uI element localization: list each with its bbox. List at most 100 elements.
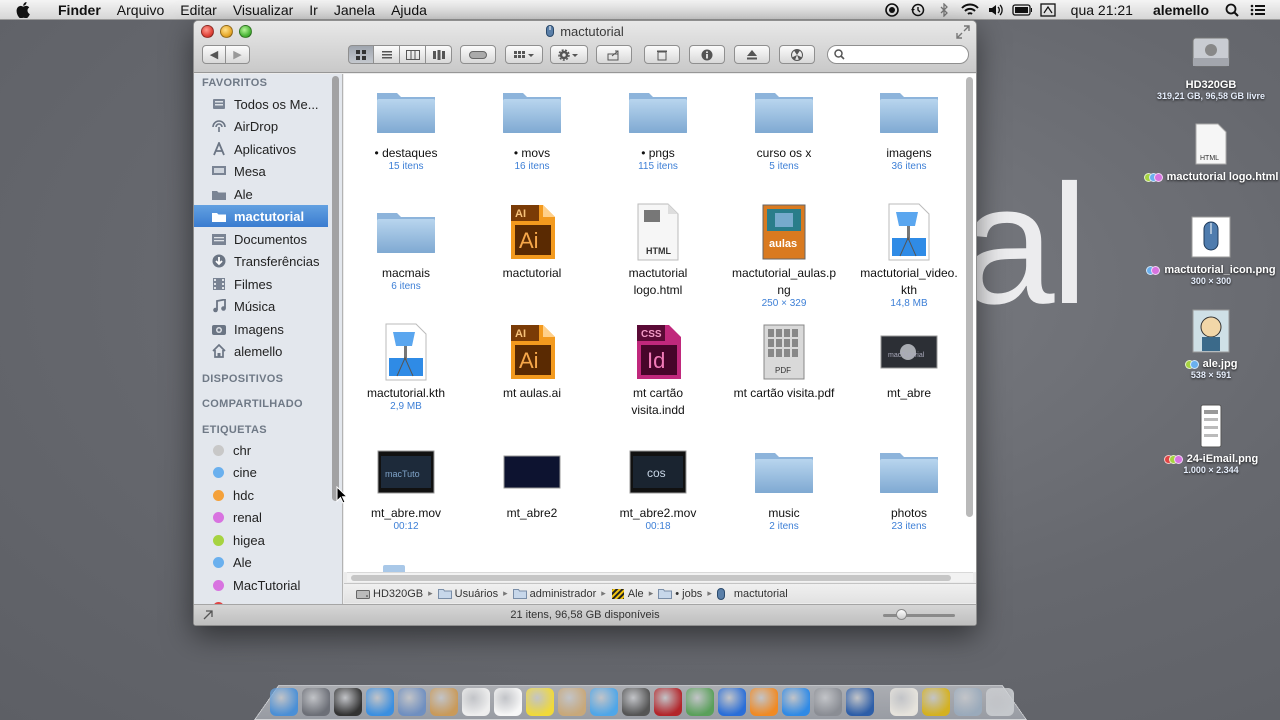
desktop-icon-item[interactable]: mactutorial_icon.png 300 × 300 — [1146, 213, 1276, 286]
file-item[interactable]: macTuto mt_abre.mov 00:12 — [346, 440, 466, 533]
reminders-icon[interactable] — [526, 688, 554, 716]
app-store-icon[interactable] — [782, 688, 810, 716]
sidebar-item-downloads[interactable]: Transferências — [194, 250, 328, 272]
home-folder-icon[interactable] — [890, 688, 918, 716]
facetime-icon[interactable] — [622, 688, 650, 716]
apple-menu-icon[interactable] — [16, 1, 36, 18]
time-machine-icon[interactable] — [908, 2, 928, 18]
file-item[interactable]: AI Ai mt aulas.ai — [472, 320, 592, 401]
search-field[interactable] — [827, 45, 969, 64]
vertical-scrollbar[interactable] — [966, 77, 973, 517]
horizontal-scrollbar[interactable] — [351, 575, 951, 581]
quicktime-icon[interactable] — [846, 688, 874, 716]
fullscreen-icon[interactable] — [956, 25, 970, 39]
menu-visualizar[interactable]: Visualizar — [225, 0, 301, 20]
sidebar-item-desktop[interactable]: Mesa — [194, 160, 328, 182]
sidebar-item-ale[interactable]: Ale — [194, 183, 328, 205]
input-source-icon[interactable] — [1038, 2, 1058, 18]
desktop-icon-item[interactable]: HD320GB 319,21 GB, 96,58 GB livre — [1146, 28, 1276, 101]
system-preferences-icon[interactable] — [814, 688, 842, 716]
contacts-icon[interactable] — [430, 688, 458, 716]
breadcrumb-item[interactable]: Usuários — [437, 588, 498, 600]
sidebar-item-home[interactable]: alemello — [194, 340, 328, 362]
file-item[interactable]: PDF mt cartão visita.pdf — [724, 320, 844, 401]
sidebar-item-movies[interactable]: Filmes — [194, 273, 328, 295]
file-item[interactable]: HTML mactutorial logo.html — [598, 200, 718, 298]
volume-icon[interactable] — [986, 2, 1006, 18]
file-item[interactable]: • movs 16 itens — [472, 80, 592, 173]
icon-view-button[interactable] — [348, 45, 374, 64]
itunes-icon[interactable] — [718, 688, 746, 716]
desktop-icon-item[interactable]: HTML mactutorial logo.html — [1143, 120, 1278, 183]
file-item[interactable]: music 2 itens — [724, 440, 844, 533]
sidebar-item-all-files[interactable]: Todos os Me... — [194, 93, 328, 115]
horizontal-scroll-track[interactable] — [347, 572, 973, 582]
desktop-icon-item[interactable]: 24-iEmail.png 1.000 × 2.344 — [1146, 402, 1276, 475]
striped-folder-icon[interactable] — [922, 688, 950, 716]
menu-ir[interactable]: Ir — [301, 0, 326, 20]
notification-center-icon[interactable] — [1248, 2, 1268, 18]
get-info-button[interactable] — [689, 45, 725, 64]
burn-button[interactable] — [779, 45, 815, 64]
sidebar-item-documents[interactable]: Documentos — [194, 228, 328, 250]
messages-icon[interactable] — [590, 688, 618, 716]
menu-app-finder[interactable]: Finder — [50, 0, 109, 20]
column-view-button[interactable] — [400, 45, 426, 64]
search-input[interactable] — [849, 48, 959, 61]
list-view-button[interactable] — [374, 45, 400, 64]
sidebar-tag-hdc[interactable]: hdc — [194, 484, 328, 506]
menu-ajuda[interactable]: Ajuda — [383, 0, 435, 20]
finder-icon[interactable] — [270, 688, 298, 716]
desktop-icon-item[interactable]: ale.jpg 538 × 591 — [1146, 307, 1276, 380]
sidebar-item-music[interactable]: Música — [194, 295, 328, 317]
file-item[interactable]: macmais 6 itens — [346, 200, 466, 293]
file-item[interactable]: cos mt_abre2.mov 00:18 — [598, 440, 718, 533]
file-item[interactable]: photos 23 itens — [849, 440, 969, 533]
back-button[interactable]: ◀ — [202, 45, 226, 64]
breadcrumb-item[interactable]: Ale — [611, 588, 644, 600]
file-item[interactable]: mactutorial.kth 2,9 MB — [346, 320, 466, 413]
sidebar-tag-renal[interactable]: renal — [194, 506, 328, 528]
ibooks-icon[interactable] — [750, 688, 778, 716]
breadcrumb-item[interactable]: mactutorial — [716, 587, 788, 600]
menubar-clock[interactable]: qua 21:21 — [1061, 2, 1143, 18]
file-item[interactable]: aulas mactutorial_aulas.p ng 250 × 329 — [724, 200, 844, 310]
mission-control-icon[interactable] — [334, 688, 362, 716]
sidebar-tag-chr[interactable]: chr — [194, 439, 328, 461]
bluetooth-icon[interactable] — [934, 2, 954, 18]
icon-size-slider-knob[interactable] — [896, 609, 907, 620]
file-item[interactable]: imagens 36 itens — [849, 80, 969, 173]
icon-size-slider-track[interactable] — [883, 614, 955, 617]
file-item[interactable]: • destaques 15 itens — [346, 80, 466, 173]
sidebar-item-applications[interactable]: Aplicativos — [194, 138, 328, 160]
sidebar-item-pictures[interactable]: Imagens — [194, 318, 328, 340]
menu-arquivo[interactable]: Arquivo — [109, 0, 172, 20]
calendar-icon[interactable] — [462, 688, 490, 716]
sidebar-header-shared[interactable]: COMPARTILHADO — [202, 398, 303, 410]
notes-icon[interactable] — [494, 688, 522, 716]
breadcrumb-item[interactable]: administrador — [512, 588, 596, 600]
record-icon[interactable] — [882, 2, 902, 18]
iphoto-icon[interactable] — [686, 688, 714, 716]
sidebar-tag-ale[interactable]: Ale — [194, 551, 328, 573]
tag-button[interactable] — [460, 45, 496, 64]
photobooth-icon[interactable] — [654, 688, 682, 716]
coverflow-view-button[interactable] — [426, 45, 452, 64]
preview-icon[interactable] — [558, 688, 586, 716]
wifi-icon[interactable] — [960, 2, 980, 18]
delete-button[interactable] — [644, 45, 680, 64]
mail-icon[interactable] — [398, 688, 426, 716]
file-item[interactable]: mt_abre2 — [472, 440, 592, 521]
sidebar-item-mactutorial[interactable]: mactutorial — [194, 205, 328, 227]
sidebar-header-devices[interactable]: DISPOSITIVOS — [202, 373, 283, 385]
eject-button[interactable] — [734, 45, 770, 64]
safari-icon[interactable] — [366, 688, 394, 716]
sidebar-tag-higea[interactable]: higea — [194, 529, 328, 551]
menu-janela[interactable]: Janela — [326, 0, 383, 20]
spotlight-icon[interactable] — [1222, 2, 1242, 18]
arrange-button[interactable] — [505, 45, 543, 64]
folder-icon[interactable] — [383, 565, 405, 572]
file-item[interactable]: curso os x5 itens — [724, 80, 844, 173]
trash-icon[interactable] — [986, 688, 1014, 716]
sidebar-tag-mactutorial[interactable]: MacTutorial — [194, 574, 328, 596]
